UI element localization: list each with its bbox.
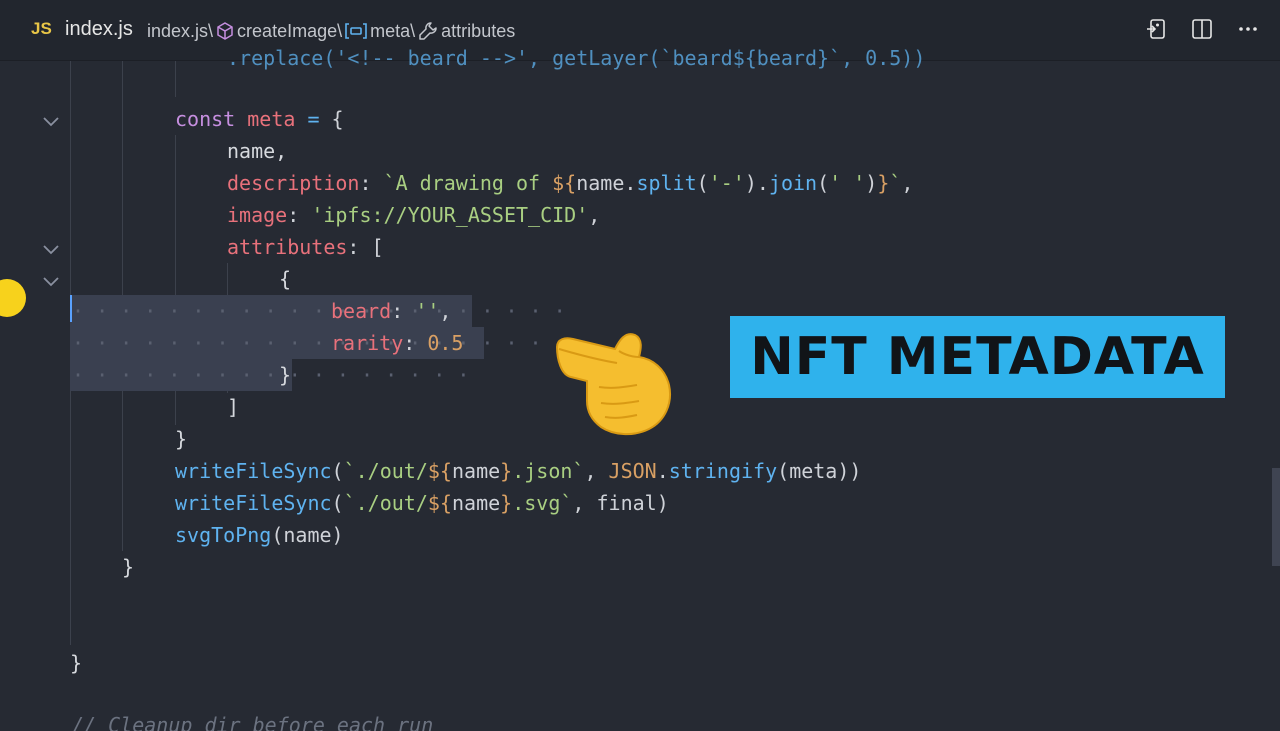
code-token-variable: name xyxy=(451,459,501,483)
code-token-string: `./out/ xyxy=(343,459,428,483)
breadcrumb-variable[interactable]: meta xyxy=(370,21,410,42)
code-token-string: ' ' xyxy=(829,171,866,195)
whitespace-markers: · · · · · · · · · · · · · · · · · xyxy=(72,363,470,387)
code-token-function: writeFileSync xyxy=(175,459,332,483)
editor-actions xyxy=(1144,17,1260,41)
code-token-operator: = xyxy=(307,107,320,131)
code-token-variable: name xyxy=(451,491,501,515)
code-token-property: beard xyxy=(331,299,392,323)
code-token-property: attributes xyxy=(227,235,348,259)
code-line: writeFileSync(`./out/${name}.json`, JSON… xyxy=(175,459,862,483)
code-token-string: ` xyxy=(889,171,902,195)
code-editor[interactable]: · · · · · · · · · · · · · · · · · · · · … xyxy=(0,46,1280,731)
code-line: } xyxy=(175,427,188,451)
code-token-property: rarity xyxy=(331,331,404,355)
fold-chevron-icon[interactable] xyxy=(42,113,60,127)
code-token-keyword: const xyxy=(175,107,236,131)
breadcrumb-file[interactable]: index.js xyxy=(147,21,208,42)
code-token-function: writeFileSync xyxy=(175,491,332,515)
editor-tab-filename[interactable]: index.js xyxy=(65,18,133,41)
code-line: .replace('<!-- beard -->', getLayer(`bea… xyxy=(227,46,926,70)
code-line: beard: '', xyxy=(331,299,452,323)
whitespace-markers: · · · · · · · · · · · · · · · · · · · · … xyxy=(72,331,566,355)
code-line: } xyxy=(279,363,292,387)
fold-chevron-icon[interactable] xyxy=(42,241,60,255)
indent-guide xyxy=(175,61,176,97)
code-token-property: image xyxy=(227,203,288,227)
code-token-variable: meta xyxy=(789,459,838,483)
fold-chevron-icon[interactable] xyxy=(42,273,60,287)
code-token-variable: meta xyxy=(235,107,308,131)
nft-metadata-banner: NFT METADATA xyxy=(730,316,1225,398)
code-line: attributes: [ xyxy=(227,235,384,259)
code-line: writeFileSync(`./out/${name}.svg`, final… xyxy=(175,491,669,515)
code-token-interp: ${ xyxy=(552,171,577,195)
breadcrumb: index.js \ createImage \ meta \ attribut… xyxy=(147,19,515,43)
code-token-string: '-' xyxy=(708,171,745,195)
code-line: name, xyxy=(227,139,288,163)
code-line: svgToPng(name) xyxy=(175,523,344,547)
code-token-string: .svg` xyxy=(512,491,573,515)
code-token-variable: name xyxy=(576,171,625,195)
code-token-number: 0.5 xyxy=(427,331,464,355)
code-token-punctuation: { xyxy=(319,107,344,131)
whitespace-markers: · · · · · · · · · · · · · · · · · · · · … xyxy=(72,299,566,323)
code-token-method: split xyxy=(636,171,697,195)
code-token-string: `./out/ xyxy=(343,491,428,515)
code-line: image: 'ipfs://YOUR_ASSET_CID', xyxy=(227,203,601,227)
cube-icon xyxy=(213,21,237,41)
code-token-object: JSON xyxy=(608,459,657,483)
pointing-hand-icon xyxy=(553,329,675,443)
breakpoint-marker[interactable] xyxy=(0,279,26,317)
code-line: description: `A drawing of ${name.split(… xyxy=(227,171,914,195)
code-token-variable: name xyxy=(283,523,332,547)
banner-title: NFT METADATA xyxy=(750,327,1205,387)
compare-changes-icon[interactable] xyxy=(1144,17,1168,41)
code-line: rarity: 0.5 xyxy=(331,331,464,355)
text-cursor xyxy=(70,295,72,322)
code-line: const meta = { xyxy=(175,103,344,135)
breadcrumb-property[interactable]: attributes xyxy=(441,21,515,42)
code-token-method: join xyxy=(768,171,818,195)
code-token-punctuation: [ xyxy=(371,235,384,259)
breadcrumb-function[interactable]: createImage xyxy=(237,21,337,42)
code-token-function: svgToPng xyxy=(175,523,272,547)
wrench-icon xyxy=(415,20,441,42)
code-token-string: `A drawing of xyxy=(383,171,553,195)
code-token-string: 'ipfs://YOUR_ASSET_CID' xyxy=(311,203,589,227)
variable-icon xyxy=(342,22,370,40)
code-line: } xyxy=(70,651,83,675)
more-actions-icon[interactable] xyxy=(1236,17,1260,41)
js-file-icon: JS xyxy=(31,19,52,38)
code-token-property: description xyxy=(227,171,360,195)
code-token-method: stringify xyxy=(668,459,778,483)
code-token-string: '' xyxy=(415,299,440,323)
code-token-string: .json` xyxy=(512,459,585,483)
code-line: } xyxy=(122,555,135,579)
scrollbar-thumb[interactable] xyxy=(1272,468,1280,566)
code-comment: // Cleanup dir before each run xyxy=(72,713,434,731)
code-token-interp: } xyxy=(877,171,890,195)
split-editor-icon[interactable] xyxy=(1190,17,1214,41)
code-line: { xyxy=(279,267,292,291)
code-line: ] xyxy=(227,395,240,419)
code-token-variable: final xyxy=(596,491,657,515)
